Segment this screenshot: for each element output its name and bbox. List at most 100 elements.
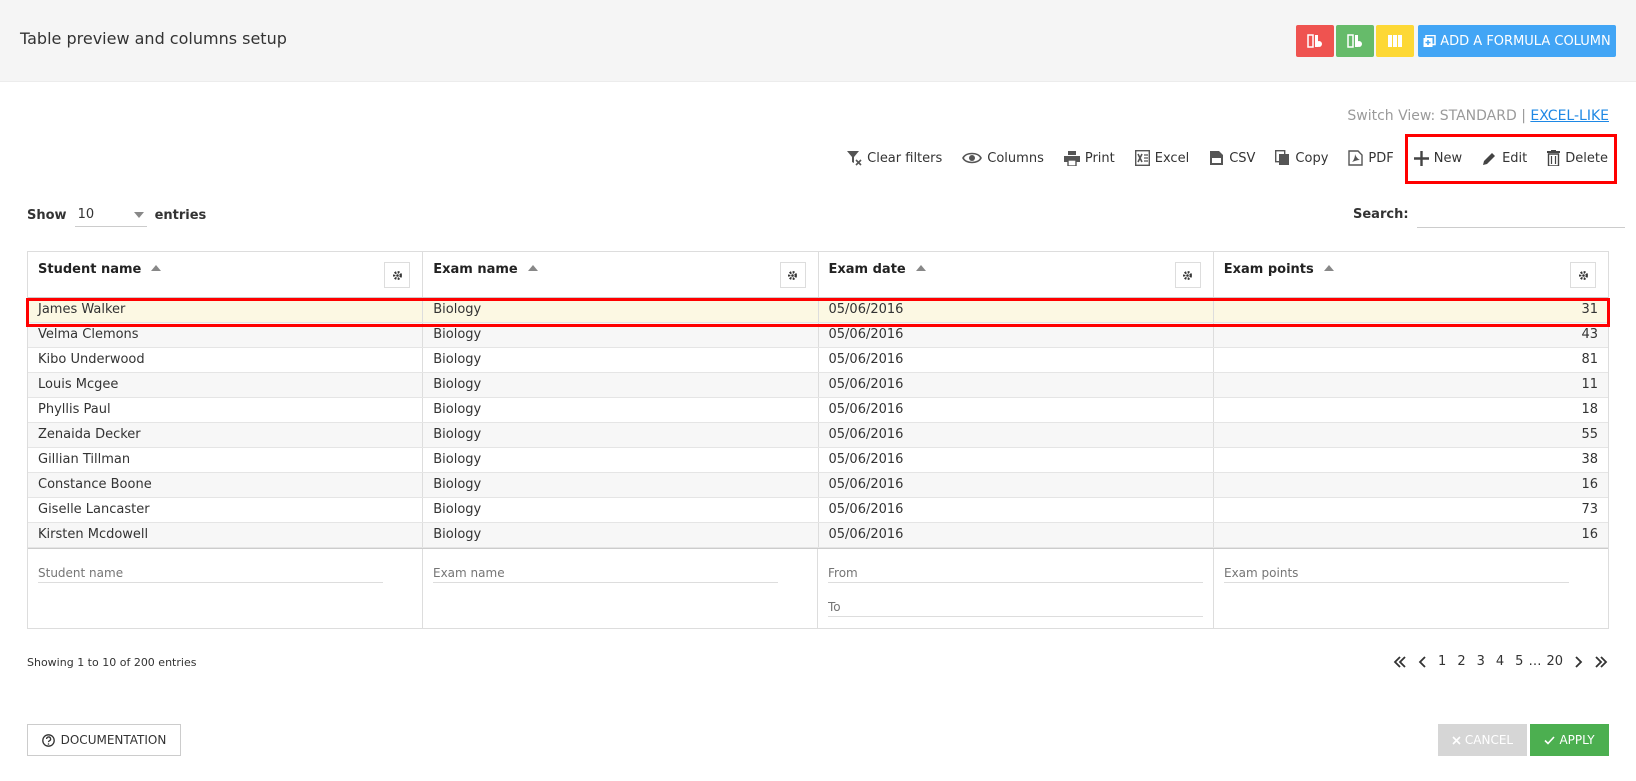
- cell-points: 16: [1581, 477, 1598, 492]
- cell-student: Zenaida Decker: [28, 423, 424, 447]
- page-link[interactable]: 4: [1496, 654, 1504, 669]
- column-settings-button[interactable]: [1570, 262, 1596, 288]
- add-column-button[interactable]: [1336, 25, 1374, 57]
- sort-asc-icon: [527, 264, 538, 271]
- switch-view-excel-like[interactable]: EXCEL-LIKE: [1530, 108, 1609, 124]
- page-title: Table preview and columns setup: [20, 29, 287, 48]
- apply-button[interactable]: APPLY: [1530, 724, 1609, 756]
- cell-student: Velma Clemons: [28, 323, 424, 347]
- search-label: Search:: [1353, 206, 1409, 222]
- table-row[interactable]: Kibo Underwood Biology 05/06/2016 81: [28, 348, 1608, 373]
- column-header-student-name[interactable]: Student name: [28, 252, 424, 297]
- cell-date: 05/06/2016: [819, 373, 1214, 397]
- column-header-label: Exam date: [828, 262, 906, 277]
- cell-date: 05/06/2016: [819, 423, 1214, 447]
- switch-view-prefix: Switch View:: [1347, 108, 1436, 124]
- cell-date: 05/06/2016: [819, 448, 1214, 472]
- column-header-exam-date[interactable]: Exam date: [819, 252, 1214, 297]
- copy-button[interactable]: Copy: [1275, 150, 1328, 166]
- gear-icon: [392, 270, 402, 280]
- check-icon: [1544, 735, 1556, 745]
- cell-exam: Biology: [423, 423, 819, 447]
- switch-view-separator: |: [1521, 108, 1526, 124]
- exam-date-from-filter[interactable]: [828, 557, 1203, 583]
- cell-student: Gillian Tillman: [28, 448, 424, 472]
- columns-button[interactable]: Columns: [962, 151, 1044, 166]
- cell-points: 81: [1581, 352, 1598, 367]
- page-link[interactable]: 2: [1457, 654, 1465, 669]
- add-formula-label: ADD A FORMULA COLUMN: [1440, 33, 1611, 49]
- columns-layout-button[interactable]: [1376, 25, 1414, 57]
- table-body: James Walker Biology 05/06/2016 31 Velma Cl…: [28, 298, 1608, 548]
- filter-cell-exam: [423, 549, 818, 628]
- cell-student: Giselle Lancaster: [28, 498, 424, 522]
- switch-view-standard[interactable]: STANDARD: [1440, 108, 1517, 124]
- page-length-select[interactable]: 10: [74, 203, 147, 227]
- cell-exam: Biology: [423, 348, 819, 372]
- column-settings-button[interactable]: [779, 262, 806, 288]
- table-row[interactable]: Giselle Lancaster Biology 05/06/2016 73: [28, 498, 1608, 523]
- column-filters: [28, 548, 1608, 628]
- column-header-exam-name[interactable]: Exam name: [423, 252, 819, 297]
- gear-icon: [1183, 270, 1193, 280]
- column-settings-button[interactable]: [384, 262, 411, 288]
- pdf-button[interactable]: PDF: [1348, 150, 1394, 166]
- table-row[interactable]: Phyllis Paul Biology 05/06/2016 18: [28, 398, 1608, 423]
- cell-student: Louis Mcgee: [28, 373, 424, 397]
- exam-date-to-filter[interactable]: [828, 591, 1203, 617]
- remove-column-button[interactable]: [1296, 25, 1334, 57]
- cell-student: Constance Boone: [28, 473, 424, 497]
- exam-points-filter[interactable]: [1224, 557, 1569, 583]
- cell-student: Phyllis Paul: [28, 398, 424, 422]
- column-settings-button[interactable]: [1174, 262, 1201, 288]
- table-row[interactable]: Zenaida Decker Biology 05/06/2016 55: [28, 423, 1608, 448]
- page-link-last[interactable]: 20: [1546, 654, 1563, 669]
- last-page-icon[interactable]: [1594, 655, 1608, 668]
- filter-cell-student: [28, 549, 423, 628]
- cell-exam: Biology: [423, 373, 819, 397]
- next-page-icon[interactable]: [1574, 655, 1583, 668]
- table-header: Student name Exam name Exam date Exam po…: [28, 252, 1608, 298]
- cell-date: 05/06/2016: [819, 473, 1214, 497]
- cancel-button[interactable]: CANCEL: [1438, 724, 1527, 756]
- column-remove-icon: [1307, 34, 1322, 48]
- table-row[interactable]: Constance Boone Biology 05/06/2016 16: [28, 473, 1608, 498]
- page-link[interactable]: 1: [1438, 654, 1446, 669]
- table-row[interactable]: James Walker Biology 05/06/2016 31: [28, 298, 1608, 323]
- student-name-filter[interactable]: [38, 557, 383, 583]
- csv-icon: [1210, 151, 1224, 165]
- table-row[interactable]: Velma Clemons Biology 05/06/2016 43: [28, 323, 1608, 348]
- filter-clear-icon: [847, 151, 862, 166]
- print-button[interactable]: Print: [1063, 150, 1115, 166]
- column-add-icon: [1347, 34, 1362, 48]
- table-row[interactable]: Kirsten Mcdowell Biology 05/06/2016 16: [28, 523, 1608, 548]
- page-link[interactable]: 5: [1515, 654, 1523, 669]
- cancel-label: CANCEL: [1464, 733, 1514, 747]
- cell-exam: Biology: [423, 398, 819, 422]
- columns-icon: [1388, 35, 1402, 47]
- show-label: Show: [27, 207, 67, 223]
- cell-points: 73: [1581, 502, 1598, 517]
- table-row[interactable]: Louis Mcgee Biology 05/06/2016 11: [28, 373, 1608, 398]
- copy-label: Copy: [1295, 150, 1329, 166]
- add-formula-column-button[interactable]: ADD A FORMULA COLUMN: [1418, 25, 1616, 57]
- csv-button[interactable]: CSV: [1209, 150, 1255, 166]
- cell-date: 05/06/2016: [819, 498, 1214, 522]
- cell-points: 38: [1581, 452, 1598, 467]
- cell-student: Kibo Underwood: [28, 348, 424, 372]
- column-header-label: Student name: [38, 262, 142, 277]
- column-header-exam-points[interactable]: Exam points: [1214, 252, 1608, 297]
- columns-label: Columns: [987, 150, 1044, 166]
- cell-points: 11: [1581, 377, 1598, 392]
- search-input[interactable]: [1416, 200, 1625, 228]
- highlight-box-crud-tools: [1405, 134, 1617, 184]
- exam-name-filter[interactable]: [433, 557, 778, 583]
- clear-filters-button[interactable]: Clear filters: [846, 150, 942, 166]
- previous-page-icon[interactable]: [1418, 655, 1427, 668]
- table-row[interactable]: Gillian Tillman Biology 05/06/2016 38: [28, 448, 1608, 473]
- page-link[interactable]: 3: [1477, 654, 1485, 669]
- documentation-button[interactable]: DOCUMENTATION: [27, 724, 181, 756]
- excel-button[interactable]: Excel: [1134, 150, 1189, 166]
- first-page-icon[interactable]: [1393, 655, 1407, 668]
- cell-student: James Walker: [28, 298, 424, 322]
